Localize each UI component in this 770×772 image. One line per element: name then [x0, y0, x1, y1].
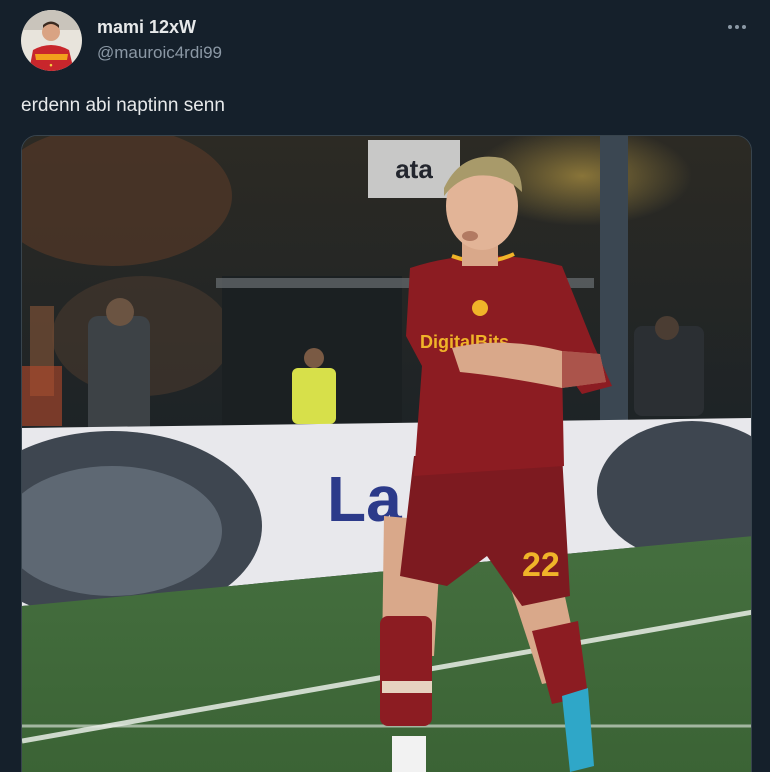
svg-text:•: •: [49, 60, 52, 70]
tweet-text: erdenn abi naptinn senn: [21, 95, 225, 116]
author-handle[interactable]: @mauroic4rdi99: [97, 42, 222, 64]
stand-sign-text: ata: [395, 154, 433, 184]
author-display-name[interactable]: mami 12xW: [97, 16, 196, 38]
tweet-card: • mami 12xW @mauroic4rdi99 erdenn abi na…: [0, 0, 770, 772]
more-options-button[interactable]: [722, 12, 752, 42]
player-sock-left: [380, 616, 432, 726]
profile-avatar-icon: •: [21, 10, 82, 71]
more-horizontal-icon: [728, 25, 746, 29]
steward: [292, 368, 336, 424]
tweet-video[interactable]: ata La 22 DigitalBits: [21, 135, 752, 772]
video-frame: ata La 22 DigitalBits: [22, 136, 751, 772]
author-avatar[interactable]: •: [21, 10, 82, 71]
club-crest: [472, 300, 488, 316]
player-number: 22: [522, 546, 560, 584]
